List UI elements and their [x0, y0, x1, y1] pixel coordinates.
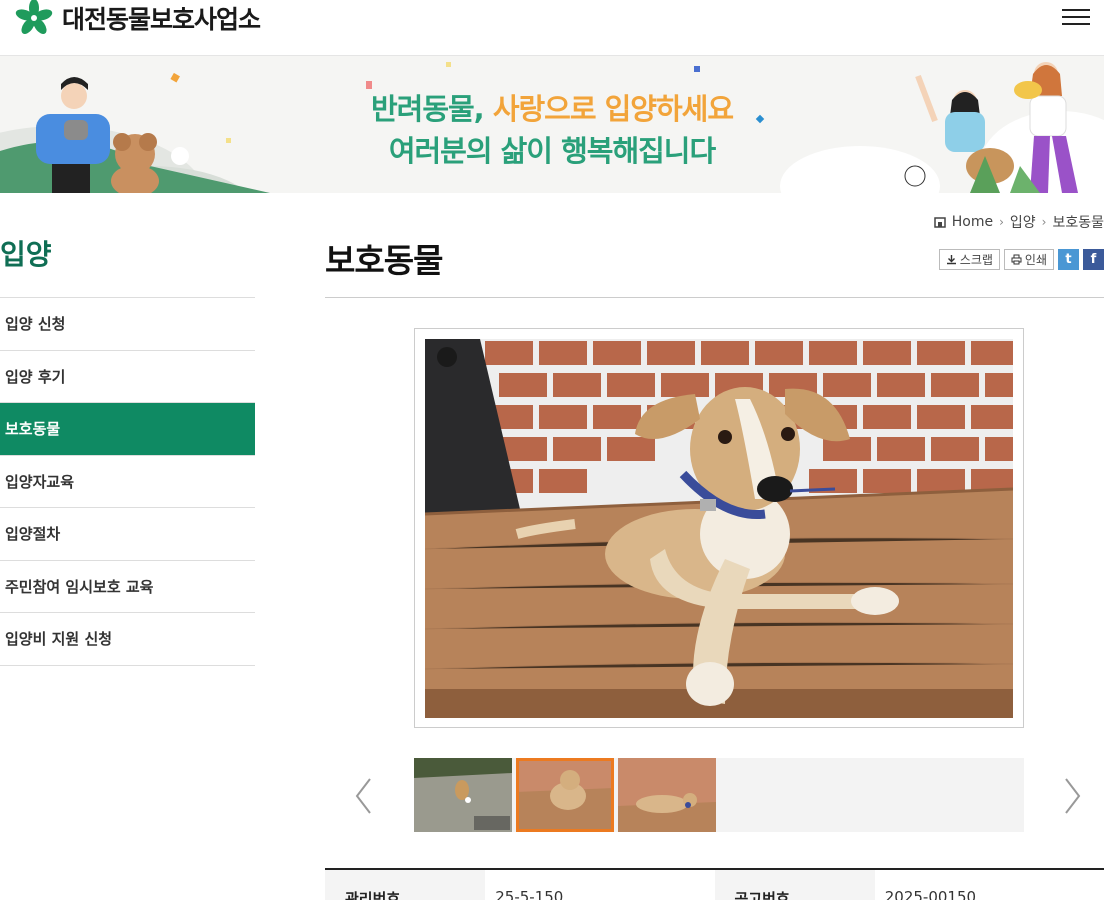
logo-text: 대전동물보호사업소 [62, 5, 261, 34]
breadcrumb-level1[interactable]: 입양 [1010, 212, 1036, 232]
site-header: 대전동물보호사업소 [0, 0, 1104, 56]
scrap-label: 스크랩 [959, 253, 993, 267]
chevron-right-icon: › [999, 215, 1004, 229]
twitter-share-button[interactable]: t [1058, 249, 1079, 270]
hero-banner: 반려동물, 사랑으로 입양하세요 여러분의 삶이 행복해집니다 [0, 56, 1104, 193]
sidebar-item-adopter-education[interactable]: 입양자교육 [0, 456, 255, 508]
print-label: 인쇄 [1024, 253, 1047, 267]
sidebar-item-adoption-procedure[interactable]: 입양절차 [0, 508, 255, 561]
thumbnail-2[interactable] [516, 758, 614, 832]
main-photo[interactable] [425, 339, 1013, 718]
banner-headline-2: 여러분의 삶이 행복해집니다 [388, 134, 716, 168]
breadcrumb: Home › 입양 › 보호동물 [933, 212, 1104, 232]
dog-photo-image [425, 339, 1013, 718]
sidebar-nav: 입양 입양 신청 입양 후기 보호동물 입양자교육 입양절차 주민참여 임시보호… [0, 193, 255, 666]
gallery-next-arrow-icon[interactable] [1060, 776, 1084, 816]
breadcrumb-current: 보호동물 [1052, 215, 1104, 231]
sidebar-item-protected-animals[interactable]: 보호동물 [0, 403, 255, 456]
print-button[interactable]: 인쇄 [1003, 249, 1054, 270]
breadcrumb-home[interactable]: Home [952, 214, 993, 230]
thumbnail-image-3 [618, 758, 716, 832]
notice-number-value: 2025-00150 [884, 888, 977, 900]
site-logo[interactable]: 대전동물보호사업소 [14, 0, 261, 38]
title-divider [325, 297, 1104, 298]
sidebar-title: 입양 [0, 193, 255, 298]
table-row: 관리번호 25-5-150 공고번호 2025-00150 [325, 870, 1104, 900]
sidebar-item-adoption-review[interactable]: 입양 후기 [0, 351, 255, 403]
sidebar-item-adoption-fee-support[interactable]: 입양비 지원 신청 [0, 613, 255, 666]
thumbnail-image-2 [516, 758, 614, 832]
home-icon [933, 217, 946, 228]
management-number-label: 관리번호 [325, 870, 486, 900]
sidebar-item-foster-education[interactable]: 주민참여 임시보호 교육 [0, 561, 255, 613]
twitter-icon: t [1065, 252, 1072, 267]
download-icon [946, 255, 956, 265]
management-number-value: 25-5-150 [495, 888, 564, 900]
thumbnail-image-1 [414, 758, 512, 832]
scrap-button[interactable]: 스크랩 [938, 249, 1000, 270]
thumbnail-3[interactable] [618, 758, 716, 832]
hamburger-menu-button[interactable] [1062, 4, 1090, 30]
printer-icon [1011, 254, 1022, 265]
logo-icon [15, 0, 53, 34]
utility-bar: 스크랩 인쇄 t f [938, 249, 1104, 270]
facebook-icon: f [1090, 252, 1097, 267]
chevron-right-icon: › [1041, 215, 1047, 229]
thumbnail-strip [414, 758, 1024, 832]
gallery-prev-arrow-icon[interactable] [352, 776, 376, 816]
animal-info-table: 관리번호 25-5-150 공고번호 2025-00150 [325, 868, 1104, 900]
main-photo-frame [414, 328, 1024, 728]
banner-headline-1: 반려동물, 사랑으로 입양하세요 [370, 92, 734, 126]
sidebar-item-adoption-apply[interactable]: 입양 신청 [0, 298, 255, 351]
facebook-share-button[interactable]: f [1083, 249, 1104, 270]
page-title: 보호동물 [325, 241, 443, 280]
notice-number-label: 공고번호 [714, 870, 875, 900]
thumbnail-1[interactable] [414, 758, 512, 832]
